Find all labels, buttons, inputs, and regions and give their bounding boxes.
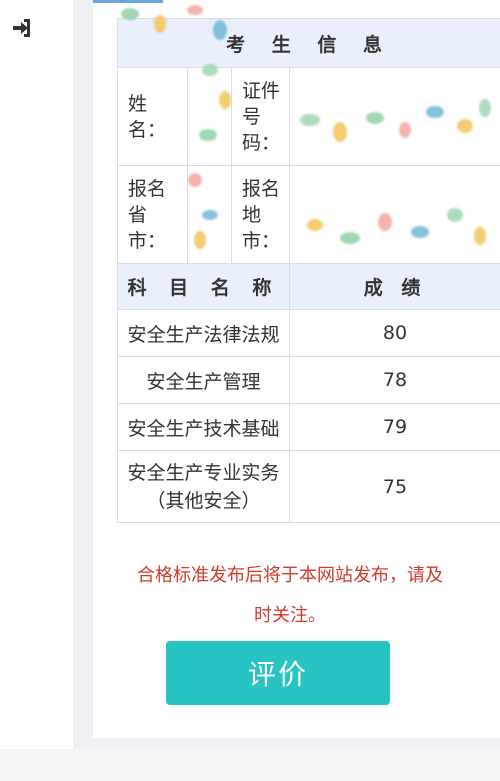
subject-cell: 安全生产技术基础 (117, 403, 290, 451)
city-label: 报名 地 市： (231, 165, 290, 264)
subject-cell: 安全生产专业实务 （其他安全） (117, 450, 290, 523)
province-value (187, 165, 232, 264)
score-header: 成 绩 (288, 263, 500, 310)
score-cell: 75 (288, 450, 500, 523)
city-value (288, 165, 500, 264)
notice-text: 合格标准发布后将于本网站发布，请及 时关注。 (137, 565, 443, 626)
score-cell: 79 (288, 403, 500, 451)
sign-in-icon[interactable] (10, 16, 34, 40)
score-cell: 78 (288, 356, 500, 404)
top-accent-line (93, 0, 163, 3)
id-number-label: 证件 号 码： (231, 67, 290, 166)
name-value (187, 67, 232, 166)
candidate-table-wrap: 考 生 信 息 姓 名： 证件 号 码： 报名 省 市： 报名 地 市： 科 目… (116, 18, 500, 523)
subject-header: 科 目 名 称 (117, 263, 290, 310)
province-label: 报名 省 市： (117, 165, 188, 264)
subject-cell: 安全生产法律法规 (117, 309, 290, 357)
id-number-value (288, 67, 500, 166)
left-rail (0, 0, 73, 781)
score-cell: 80 (288, 309, 500, 357)
section-title: 考 生 信 息 (116, 18, 500, 68)
score-table: 考 生 信 息 姓 名： 证件 号 码： 报名 省 市： 报名 地 市： 科 目… (116, 18, 500, 523)
bottom-strip (0, 749, 500, 781)
evaluate-button[interactable]: 评价 (166, 641, 390, 705)
subject-cell: 安全生产管理 (117, 356, 290, 404)
name-label: 姓 名： (117, 67, 188, 166)
